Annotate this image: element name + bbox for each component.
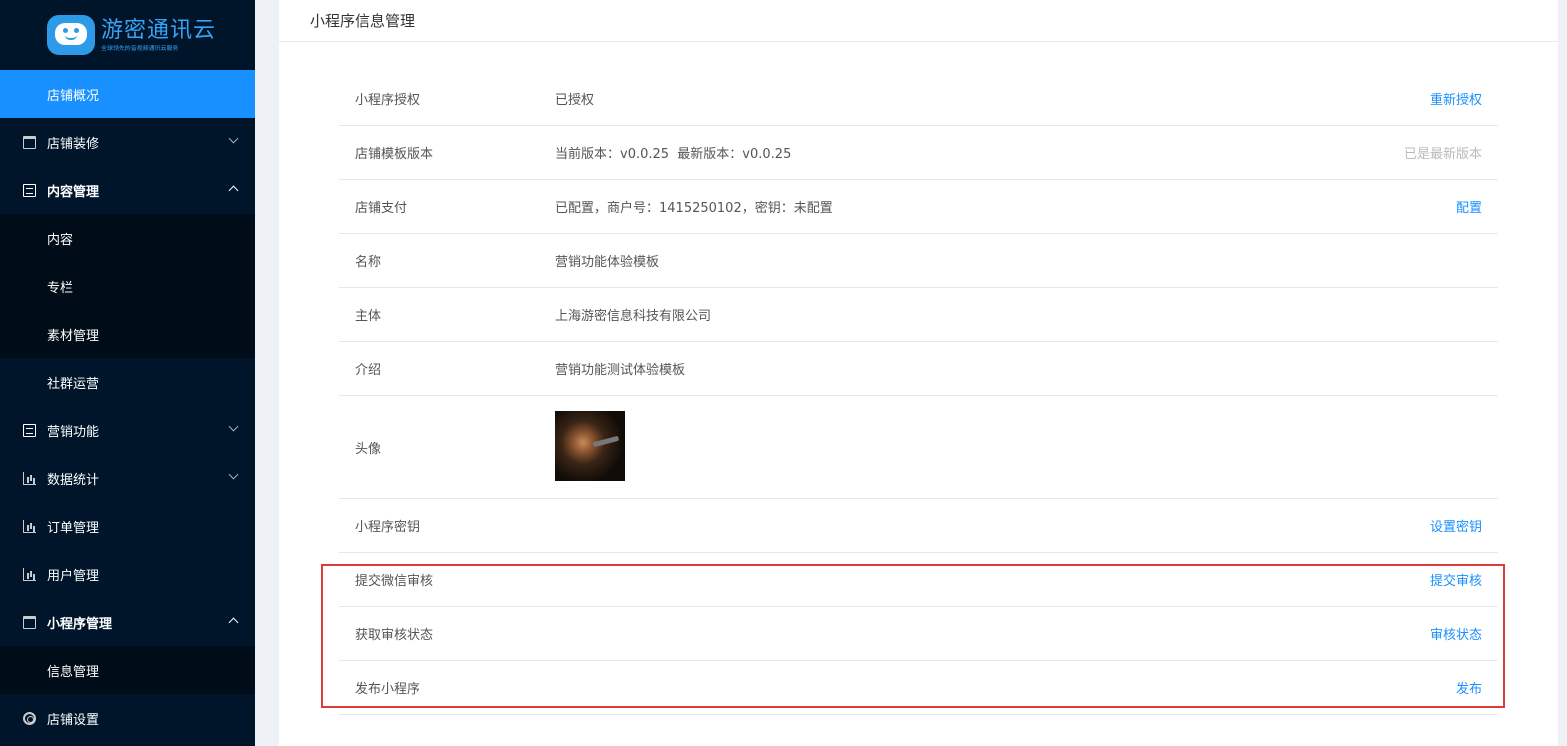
info-row-submit-review: 提交微信审核 提交审核 xyxy=(339,553,1498,607)
row-value: 已授权 xyxy=(555,93,595,108)
bar-chart-icon xyxy=(23,567,36,581)
grid-icon xyxy=(23,88,36,101)
sidebar-item-content-management[interactable]: 内容管理 xyxy=(0,166,255,214)
brand-subtitle: 全球领先的音视频通讯云服务 xyxy=(101,44,179,51)
avatar xyxy=(555,411,625,481)
row-label: 获取审核状态 xyxy=(355,628,434,643)
sidebar-item-label: 店铺概况 xyxy=(47,88,100,104)
miniapp-submenu: 信息管理 xyxy=(0,646,255,694)
sidebar-item-label: 营销功能 xyxy=(47,424,100,440)
sidebar-item-store-decoration[interactable]: 店铺装修 xyxy=(0,118,255,166)
sidebar-subitem-label: 内容 xyxy=(47,232,74,248)
sidebar-subitem-label: 专栏 xyxy=(47,280,74,296)
sidebar-item-miniapp-management[interactable]: 小程序管理 xyxy=(0,598,255,646)
chevron-down-icon xyxy=(228,421,239,432)
row-label: 店铺支付 xyxy=(355,201,408,216)
info-row-intro: 介绍 营销功能测试体验模板 xyxy=(339,342,1498,396)
sidebar-item-label: 订单管理 xyxy=(47,520,100,536)
sidebar-item-label: 数据统计 xyxy=(47,472,100,488)
document-icon xyxy=(23,183,36,197)
sidebar-item-community[interactable]: 社群运营 xyxy=(0,358,255,406)
brand-title: 游密通讯云 xyxy=(101,17,217,43)
row-label: 小程序密钥 xyxy=(355,520,421,535)
shop-icon xyxy=(23,135,36,149)
row-label: 小程序授权 xyxy=(355,93,421,108)
info-row-payment: 店铺支付 已配置，商户号：1415250102，密钥：未配置 配置 xyxy=(339,180,1498,234)
sidebar-subitem-label: 素材管理 xyxy=(47,328,100,344)
sidebar-subitem-info-management[interactable]: 信息管理 xyxy=(0,646,255,694)
chevron-up-icon xyxy=(228,617,239,628)
row-value: 上海游密信息科技有限公司 xyxy=(555,309,712,324)
row-label: 介绍 xyxy=(355,363,382,378)
sidebar-item-statistics[interactable]: 数据统计 xyxy=(0,454,255,502)
sidebar-item-marketing[interactable]: 营销功能 xyxy=(0,406,255,454)
row-label: 提交微信审核 xyxy=(355,574,434,589)
chevron-up-icon xyxy=(228,185,239,196)
shop-icon xyxy=(23,615,36,629)
sidebar-item-store-settings[interactable]: 店铺设置 xyxy=(0,694,255,742)
row-label: 主体 xyxy=(355,309,382,324)
bar-chart-icon xyxy=(23,519,36,533)
sidebar-item-label: 小程序管理 xyxy=(47,616,113,632)
content-submenu: 内容 专栏 素材管理 xyxy=(0,214,255,358)
bar-chart-icon xyxy=(23,471,36,485)
chevron-down-icon xyxy=(228,133,239,144)
sidebar-item-label: 店铺设置 xyxy=(47,712,100,728)
review-status-link[interactable]: 审核状态 xyxy=(1430,624,1482,643)
info-row-auth: 小程序授权 已授权 重新授权 xyxy=(339,72,1498,126)
brand-logo[interactable]: 游密通讯云 全球领先的音视频通讯云服务 xyxy=(0,0,255,70)
publish-link[interactable]: 发布 xyxy=(1456,678,1482,697)
info-row-template-version: 店铺模板版本 当前版本：v0.0.25 最新版本：v0.0.25 已是最新版本 xyxy=(339,126,1498,180)
document-icon xyxy=(23,423,36,437)
sidebar-item-store-overview[interactable]: 店铺概况 xyxy=(0,70,255,118)
info-row-publish: 发布小程序 发布 xyxy=(339,661,1498,715)
configure-payment-link[interactable]: 配置 xyxy=(1456,197,1482,216)
grid-icon xyxy=(23,376,36,389)
sidebar-subitem-label: 信息管理 xyxy=(47,664,100,680)
info-row-review-status: 获取审核状态 审核状态 xyxy=(339,607,1498,661)
row-value: 营销功能体验模板 xyxy=(555,255,660,270)
sidebar-subitem-content[interactable]: 内容 xyxy=(0,214,255,262)
row-label: 头像 xyxy=(355,441,382,457)
info-row-secret: 小程序密钥 设置密钥 xyxy=(339,499,1498,553)
row-value: 营销功能测试体验模板 xyxy=(555,363,686,378)
sidebar-item-label: 社群运营 xyxy=(47,376,100,392)
set-secret-link[interactable]: 设置密钥 xyxy=(1430,516,1482,535)
info-row-subject: 主体 上海游密信息科技有限公司 xyxy=(339,288,1498,342)
latest-version-text: 已是最新版本 xyxy=(1403,147,1482,162)
info-list: 小程序授权 已授权 重新授权 店铺模板版本 当前版本：v0.0.25 最新版本：… xyxy=(339,72,1498,715)
row-label: 店铺模板版本 xyxy=(355,147,434,162)
sidebar-item-orders[interactable]: 订单管理 xyxy=(0,502,255,550)
main-card: 小程序信息管理 小程序授权 已授权 重新授权 店铺模板版本 当前版本：v0.0.… xyxy=(279,0,1558,746)
chevron-down-icon xyxy=(228,469,239,480)
gear-icon xyxy=(23,711,36,725)
info-row-avatar: 头像 xyxy=(339,396,1498,499)
row-value: 已配置，商户号：1415250102，密钥：未配置 xyxy=(555,201,833,216)
chat-bubble-logo-icon xyxy=(47,15,95,55)
sidebar-item-label: 店铺装修 xyxy=(47,136,100,152)
submit-review-link[interactable]: 提交审核 xyxy=(1430,570,1482,589)
row-label: 发布小程序 xyxy=(355,682,421,697)
row-label: 名称 xyxy=(355,255,382,270)
reauthorize-link[interactable]: 重新授权 xyxy=(1430,89,1482,108)
row-value: 当前版本：v0.0.25 最新版本：v0.0.25 xyxy=(555,147,792,162)
info-row-name: 名称 营销功能体验模板 xyxy=(339,234,1498,288)
sidebar-item-users[interactable]: 用户管理 xyxy=(0,550,255,598)
sidebar-subitem-column[interactable]: 专栏 xyxy=(0,262,255,310)
sidebar-item-label: 用户管理 xyxy=(47,568,100,584)
sidebar-item-label: 内容管理 xyxy=(47,184,100,200)
page-title: 小程序信息管理 xyxy=(279,0,1558,42)
sidebar: 游密通讯云 全球领先的音视频通讯云服务 店铺概况 店铺装修 内容管理 内容 专栏… xyxy=(0,0,255,746)
sidebar-subitem-materials[interactable]: 素材管理 xyxy=(0,310,255,358)
